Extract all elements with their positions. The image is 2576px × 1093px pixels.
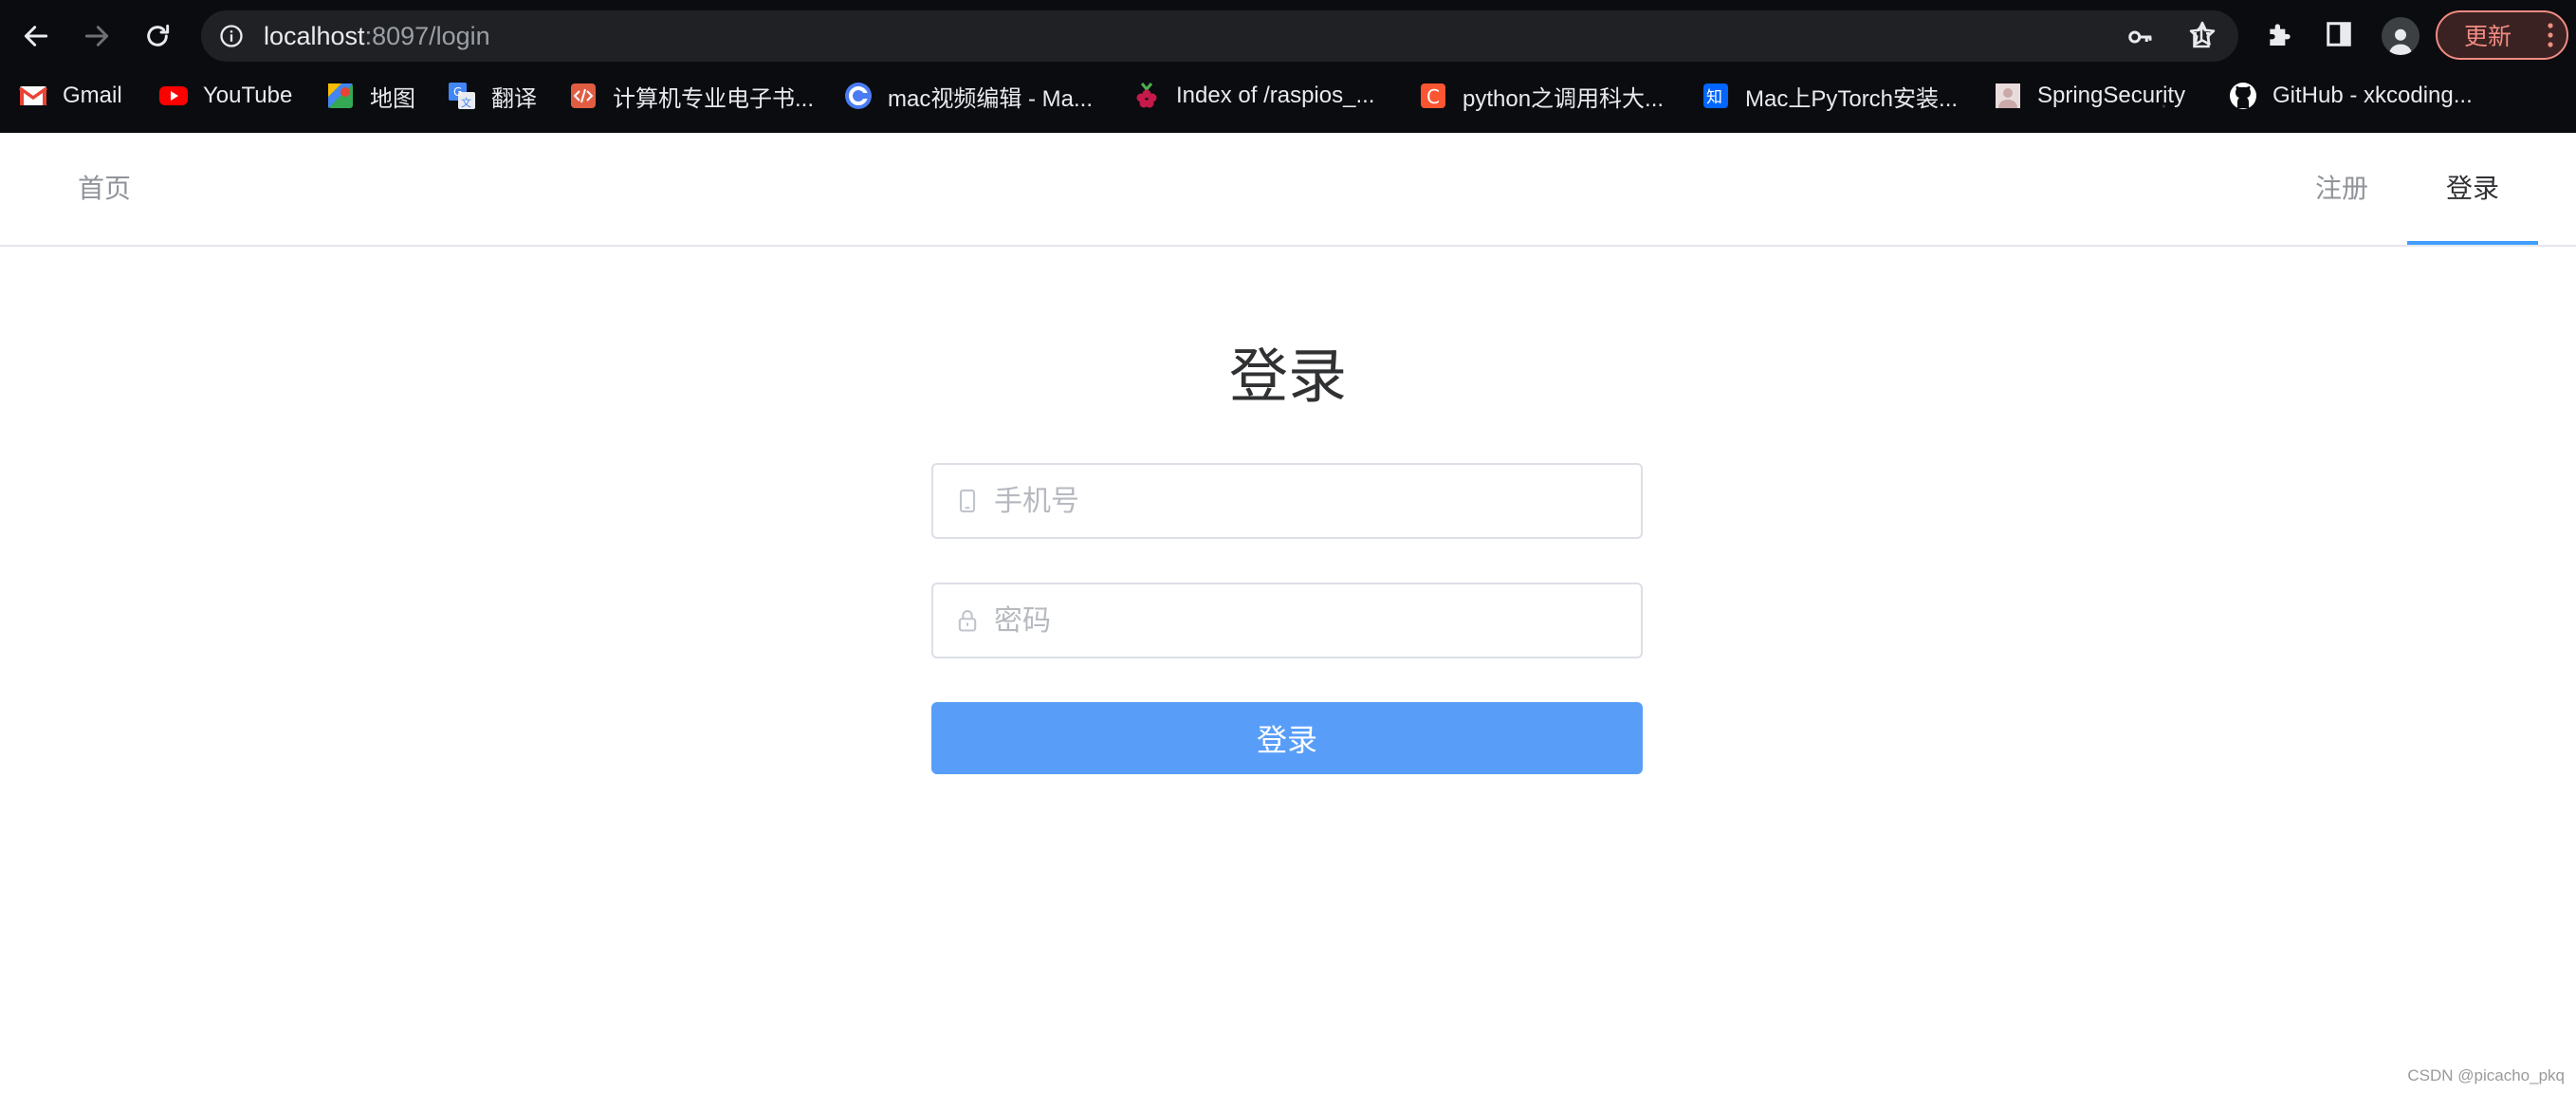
bookmark-label: 计算机专业电子书... [613, 85, 815, 112]
address-url[interactable]: localhost:8097/login [264, 22, 490, 50]
bookmark-springsecurity[interactable]: SpringSecurity [1994, 79, 2185, 113]
reload-button[interactable] [135, 13, 180, 59]
nav-home[interactable]: 首页 [47, 133, 161, 245]
maps-icon [326, 82, 355, 110]
bookmark-label: mac视频编辑 - Ma... [888, 85, 1094, 112]
nav-login[interactable]: 登录 [2407, 133, 2538, 245]
password-input[interactable] [992, 584, 1622, 658]
c-logo-icon [844, 82, 873, 110]
password-field[interactable] [931, 583, 1643, 658]
code-icon [569, 82, 598, 110]
bookmark-label: SpringSecurity [2037, 83, 2186, 108]
menu-dots-icon[interactable] [2548, 23, 2553, 47]
lock-icon [958, 610, 977, 632]
bookmark-raspios[interactable]: Index of /raspios_... [1132, 79, 1374, 113]
zhihu-icon: 知 [1702, 82, 1730, 110]
svg-text:C: C [1426, 85, 1440, 108]
bookmark-github[interactable]: GitHub - xkcoding... [2229, 79, 2473, 113]
extensions-icon [2270, 24, 2291, 46]
profile-icon [2388, 28, 2413, 55]
github-icon [2229, 82, 2257, 110]
browser-chrome: localhost:8097/login 更新 Gmail YouTube 地图… [0, 0, 2576, 133]
login-button[interactable]: 登录 [931, 702, 1643, 774]
csdn-icon: C [1419, 82, 1447, 110]
forward-icon [84, 26, 109, 46]
profile-button[interactable] [2382, 17, 2420, 55]
svg-text:文: 文 [461, 96, 471, 109]
svg-text:知: 知 [1706, 88, 1722, 107]
update-label: 更新 [2464, 24, 2512, 50]
update-button[interactable]: 更新 [2436, 10, 2568, 60]
star-icon [2189, 21, 2216, 46]
bookmark-label: Index of /raspios_... [1176, 83, 1375, 108]
youtube-icon [159, 82, 188, 110]
bookmark-label: Gmail [63, 83, 122, 108]
bookmarks-bar: Gmail YouTube 地图 G 文 翻译 计算机专业电子书... mac视… [0, 72, 2576, 120]
bookmark-ebooks[interactable]: 计算机专业电子书... [569, 79, 814, 113]
bookmark-star-button[interactable] [2183, 15, 2221, 53]
extensions-button[interactable] [2261, 15, 2299, 53]
bookmark-python[interactable]: C python之调用科大... [1419, 79, 1664, 113]
watermark: CSDN @picacho_pkq [2407, 1066, 2565, 1084]
page-title: 登录 [1228, 344, 1347, 410]
bookmark-label: YouTube [203, 83, 293, 108]
phone-input[interactable] [992, 465, 1622, 539]
back-icon [24, 26, 48, 46]
mobile-phone-icon [959, 489, 976, 513]
raspberry-icon [1132, 82, 1161, 110]
url-host: localhost [264, 22, 365, 50]
bookmark-label: Mac上PyTorch安装... [1745, 85, 1959, 112]
nav-register[interactable]: 注册 [2276, 133, 2407, 245]
bookmark-mac-video[interactable]: mac视频编辑 - Ma... [844, 79, 1093, 113]
address-bar[interactable]: localhost:8097/login [201, 10, 2238, 62]
translate-icon: G 文 [448, 82, 476, 110]
forward-button[interactable] [74, 13, 120, 59]
site-info-icon[interactable] [218, 23, 245, 49]
back-button[interactable] [13, 13, 59, 59]
key-icon[interactable] [2126, 23, 2155, 51]
gmail-icon [19, 82, 47, 110]
bookmark-label: python之调用科大... [1463, 85, 1665, 112]
side-panel-button[interactable] [2320, 15, 2358, 53]
top-nav-menu: 首页 注册 登录 [0, 133, 2576, 247]
bookmark-maps[interactable]: 地图 [326, 79, 415, 113]
bookmark-label: 地图 [370, 85, 415, 112]
bookmark-gmail[interactable]: Gmail [19, 79, 122, 113]
bookmark-label: 翻译 [491, 85, 537, 112]
side-panel-icon [2327, 22, 2351, 46]
reload-icon [147, 24, 170, 46]
url-path: :8097/login [364, 22, 490, 50]
bookmark-translate[interactable]: G 文 翻译 [448, 79, 537, 113]
phone-field[interactable] [931, 463, 1643, 539]
bookmark-youtube[interactable]: YouTube [159, 79, 292, 113]
bookmark-pytorch[interactable]: 知 Mac上PyTorch安装... [1702, 79, 1958, 113]
avatar-icon [1994, 82, 2022, 110]
bookmark-label: GitHub - xkcoding... [2272, 83, 2473, 108]
